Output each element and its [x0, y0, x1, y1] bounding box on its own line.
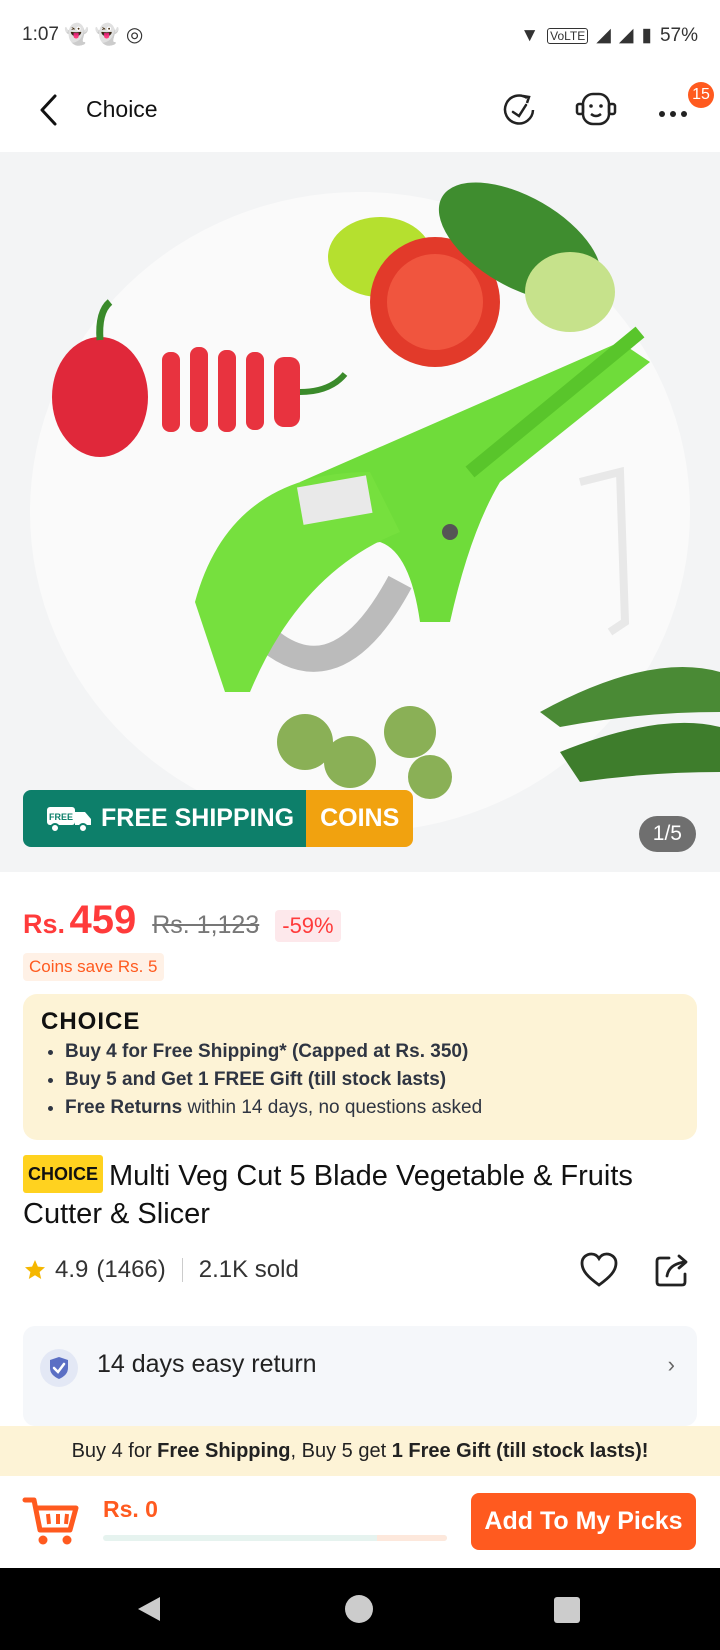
shield-check-icon: [40, 1349, 78, 1387]
wishlist-heart-icon[interactable]: [578, 1249, 620, 1291]
benefits-list: Buy 4 for Free Shipping* (Capped at Rs. …: [45, 1038, 482, 1122]
product-image[interactable]: [0, 152, 720, 872]
benefit-item: Buy 4 for Free Shipping* (Capped at Rs. …: [65, 1038, 482, 1066]
promo-text: Buy 4 for: [71, 1440, 158, 1462]
share-icon[interactable]: [652, 1250, 692, 1290]
free-tag-text: FREE: [49, 812, 73, 822]
promo-bold: 1 Free Gift (till stock lasts)!: [391, 1440, 649, 1462]
product-illustration: [0, 152, 720, 872]
benefit-bold: Buy 5 and Get 1 FREE Gift (till stock la…: [65, 1069, 447, 1090]
nav-back-icon[interactable]: [134, 1594, 164, 1624]
battery-percent: 57%: [659, 24, 698, 46]
wifi-icon: ▼: [520, 24, 540, 46]
current-price: Rs. 459: [23, 898, 136, 943]
progress-tail: [377, 1535, 447, 1541]
status-bar: 1:07 👻 👻 ◎ ▼ VoLTE ◢ ◢ ▮ 57%: [0, 0, 720, 70]
promo-text: , Buy 5 get: [290, 1440, 392, 1462]
snapchat-icon: 👻: [64, 24, 89, 46]
original-price: Rs. 1,123: [152, 911, 260, 939]
benefit-bold: Buy 4 for Free Shipping* (Capped at Rs. …: [65, 1041, 469, 1062]
price-row: Rs. 459 Rs. 1,123 -59%: [23, 898, 341, 943]
discount-badge: -59%: [275, 910, 341, 942]
free-shipping-text: FREE SHIPPING: [101, 804, 295, 832]
divider: [181, 1258, 183, 1282]
volte-badge: VoLTE: [547, 27, 589, 44]
product-title: CHOICE Multi Veg Cut 5 Blade Vegetable & …: [23, 1155, 703, 1232]
system-icons: ▼ VoLTE ◢ ◢ ▮ 57%: [520, 24, 698, 47]
choice-benefits-box[interactable]: CHOICE Buy 4 for Free Shipping* (Capped …: [23, 994, 697, 1140]
price-value: 459: [69, 898, 137, 942]
cart-icon[interactable]: [22, 1492, 80, 1550]
instagram-icon: ◎: [125, 24, 144, 46]
promo-bold: Free Shipping: [157, 1440, 291, 1462]
signal-icon: ◢: [596, 25, 611, 46]
benefit-bold: Free Returns: [65, 1097, 183, 1118]
top-nav: Choice 15: [0, 70, 720, 152]
review-count: (1466): [96, 1256, 166, 1283]
battery-icon: ▮: [641, 25, 652, 46]
nav-home-icon[interactable]: [344, 1594, 374, 1624]
free-shipping-label: FREE FREE SHIPPING: [23, 790, 307, 847]
notification-badge: 15: [688, 82, 714, 108]
free-shipping-progress: [103, 1535, 447, 1541]
system-nav-bar: [0, 1568, 720, 1650]
cart-total: Rs. 0: [103, 1496, 158, 1522]
delivery-truck-icon: FREE: [47, 806, 91, 833]
choice-logo: CHOICE: [41, 1008, 141, 1035]
coins-save-tag: Coins save Rs. 5: [23, 953, 164, 981]
star-icon: [25, 1260, 45, 1279]
benefit-rest: within 14 days, no questions asked: [182, 1097, 483, 1118]
free-shipping-banner: FREE FREE SHIPPING COINS: [23, 790, 414, 847]
bottom-action-bar: Rs. 0 Add To My Picks: [0, 1476, 720, 1568]
page-title: Choice: [86, 96, 158, 122]
add-to-picks-button[interactable]: Add To My Picks: [471, 1493, 696, 1550]
snapchat-icon-2: 👻: [94, 24, 120, 46]
signal-icon-2: ◢: [618, 25, 634, 46]
back-icon[interactable]: [30, 90, 70, 130]
image-pager: 1/5: [638, 816, 696, 852]
product-title-text: Multi Veg Cut 5 Blade Vegetable & Fruits…: [23, 1160, 633, 1231]
benefit-item: Free Returns within 14 days, no question…: [65, 1094, 482, 1122]
price-currency: Rs.: [23, 909, 66, 939]
nav-recents-icon[interactable]: [553, 1596, 581, 1624]
rating-value: 4.9: [55, 1256, 89, 1283]
history-icon[interactable]: [497, 88, 541, 132]
notification-icons: 👻 👻 ◎: [64, 22, 143, 47]
chevron-right-icon: ›: [667, 1352, 675, 1377]
benefit-item: Buy 5 and Get 1 FREE Gift (till stock la…: [65, 1066, 482, 1094]
rating-row[interactable]: 4.9 (1466) 2.1K sold: [23, 1256, 299, 1284]
coins-label: COINS: [306, 790, 414, 847]
customer-service-icon[interactable]: [574, 88, 618, 132]
easy-return-text: 14 days easy return: [97, 1350, 317, 1378]
choice-tag: CHOICE: [23, 1155, 104, 1194]
sold-count: 2.1K sold: [198, 1256, 299, 1283]
easy-return-row[interactable]: 14 days easy return ›: [23, 1326, 697, 1426]
status-time: 1:07: [22, 24, 59, 45]
promo-banner: Buy 4 for Free Shipping, Buy 5 get 1 Fre…: [0, 1426, 720, 1476]
